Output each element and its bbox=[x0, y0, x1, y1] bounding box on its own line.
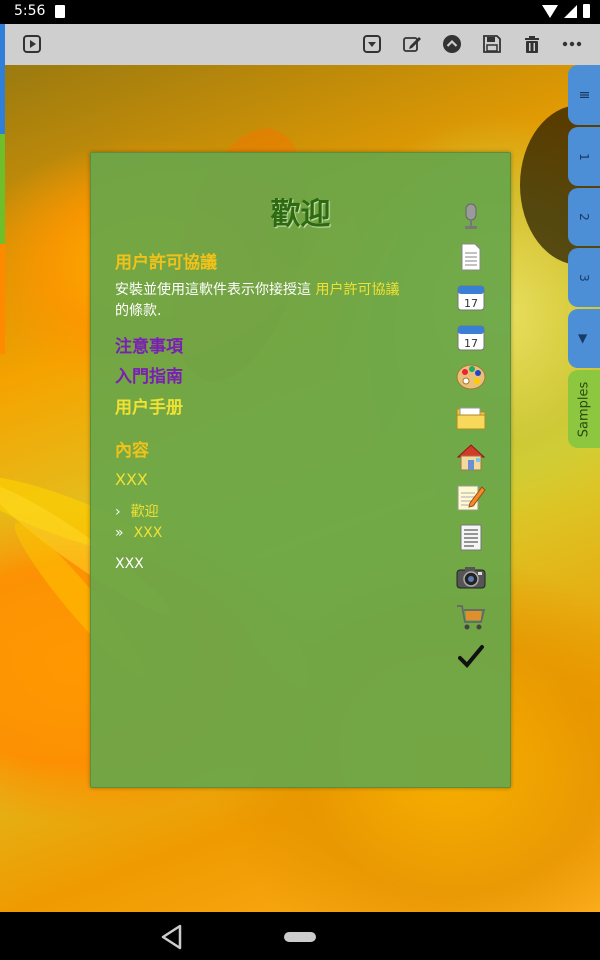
save-icon[interactable] bbox=[480, 32, 504, 56]
crumb-arrow-icon: › bbox=[115, 504, 121, 520]
chevron-up-circle-icon[interactable] bbox=[440, 32, 464, 56]
folder-icon[interactable] bbox=[454, 397, 488, 437]
left-edge-tab-orange[interactable] bbox=[0, 244, 5, 354]
panel-title: 歡迎 bbox=[270, 197, 331, 232]
svg-text:17: 17 bbox=[464, 337, 478, 350]
license-paragraph-suffix: 的條款. bbox=[115, 303, 162, 319]
left-edge-tab-blue[interactable] bbox=[0, 24, 5, 134]
license-heading-link[interactable]: 用户許可協議 bbox=[115, 248, 217, 273]
status-bar: 5:56 bbox=[0, 0, 600, 24]
left-edge-tab-green[interactable] bbox=[0, 134, 5, 244]
welcome-panel: 歡迎 用户許可協議 安裝並使用這軟件表示你接授這 用户許可協議 的條款. 注意事… bbox=[90, 152, 511, 788]
xxx-heading-link[interactable]: XXX bbox=[115, 470, 148, 489]
side-tab-3[interactable]: 3 bbox=[568, 248, 600, 307]
dropdown-box-icon[interactable] bbox=[360, 32, 384, 56]
getting-started-link[interactable]: 入門指南 bbox=[115, 362, 183, 387]
calendar-icon[interactable]: 17 bbox=[454, 277, 488, 317]
toolbar bbox=[0, 24, 600, 66]
side-tab-3-label: 3 bbox=[576, 273, 591, 282]
license-paragraph: 安裝並使用這軟件表示你接授這 用户許可協議 的條款. bbox=[115, 280, 415, 322]
side-tab-1[interactable]: 1 bbox=[568, 127, 600, 186]
svg-text:17: 17 bbox=[464, 297, 478, 310]
license-inline-link[interactable]: 用户許可協議 bbox=[315, 282, 399, 298]
side-tab-samples-label: Samples bbox=[576, 381, 592, 437]
home-pill-icon[interactable] bbox=[284, 932, 316, 942]
back-icon[interactable] bbox=[160, 924, 184, 954]
side-tab-play[interactable]: ▶ bbox=[568, 309, 600, 368]
crumb-xxx[interactable]: » XXX bbox=[115, 525, 162, 541]
trash-icon[interactable] bbox=[520, 32, 544, 56]
navigation-bar bbox=[0, 912, 600, 960]
side-tab-1-label: 1 bbox=[576, 152, 591, 161]
checkmark-icon[interactable] bbox=[454, 637, 488, 677]
status-time: 5:56 bbox=[14, 3, 46, 19]
icon-column: 17 17 bbox=[454, 197, 488, 677]
signal-icon bbox=[564, 4, 577, 18]
more-icon[interactable] bbox=[560, 32, 584, 56]
microphone-icon[interactable] bbox=[454, 197, 488, 237]
home-icon[interactable] bbox=[454, 437, 488, 477]
side-tab-2-label: 2 bbox=[576, 213, 591, 221]
notepad-icon[interactable] bbox=[454, 477, 488, 517]
contents-heading: 內容 bbox=[115, 441, 149, 461]
play-box-icon[interactable] bbox=[20, 32, 44, 56]
sd-card-icon bbox=[55, 5, 65, 18]
manual-link[interactable]: 用户手册 bbox=[115, 393, 183, 418]
license-paragraph-text: 安裝並使用這軟件表示你接授這 bbox=[115, 282, 311, 298]
crumb-welcome[interactable]: › 歡迎 bbox=[115, 501, 159, 521]
crumb-welcome-label: 歡迎 bbox=[130, 504, 159, 520]
document-icon[interactable] bbox=[454, 237, 488, 277]
camera-icon[interactable] bbox=[454, 557, 488, 597]
palette-icon[interactable] bbox=[454, 357, 488, 397]
edit-icon[interactable] bbox=[400, 32, 424, 56]
crumb-xxx-label: XXX bbox=[133, 525, 163, 541]
notes-link[interactable]: 注意事項 bbox=[115, 332, 183, 357]
text-file-icon[interactable] bbox=[454, 517, 488, 557]
side-tab-menu-label: Ⅲ bbox=[577, 90, 591, 100]
side-tab-menu[interactable]: Ⅲ bbox=[568, 65, 600, 125]
calendar-icon[interactable]: 17 bbox=[454, 317, 488, 357]
wifi-icon bbox=[542, 4, 558, 18]
battery-icon bbox=[583, 4, 590, 18]
crumb-double-arrow-icon: » bbox=[115, 525, 124, 541]
footer-text: XXX bbox=[115, 556, 144, 572]
side-tab-2[interactable]: 2 bbox=[568, 188, 600, 246]
shopping-cart-icon[interactable] bbox=[454, 597, 488, 637]
side-tab-play-label: ▶ bbox=[576, 333, 591, 344]
side-tab-samples[interactable]: Samples bbox=[568, 370, 600, 448]
